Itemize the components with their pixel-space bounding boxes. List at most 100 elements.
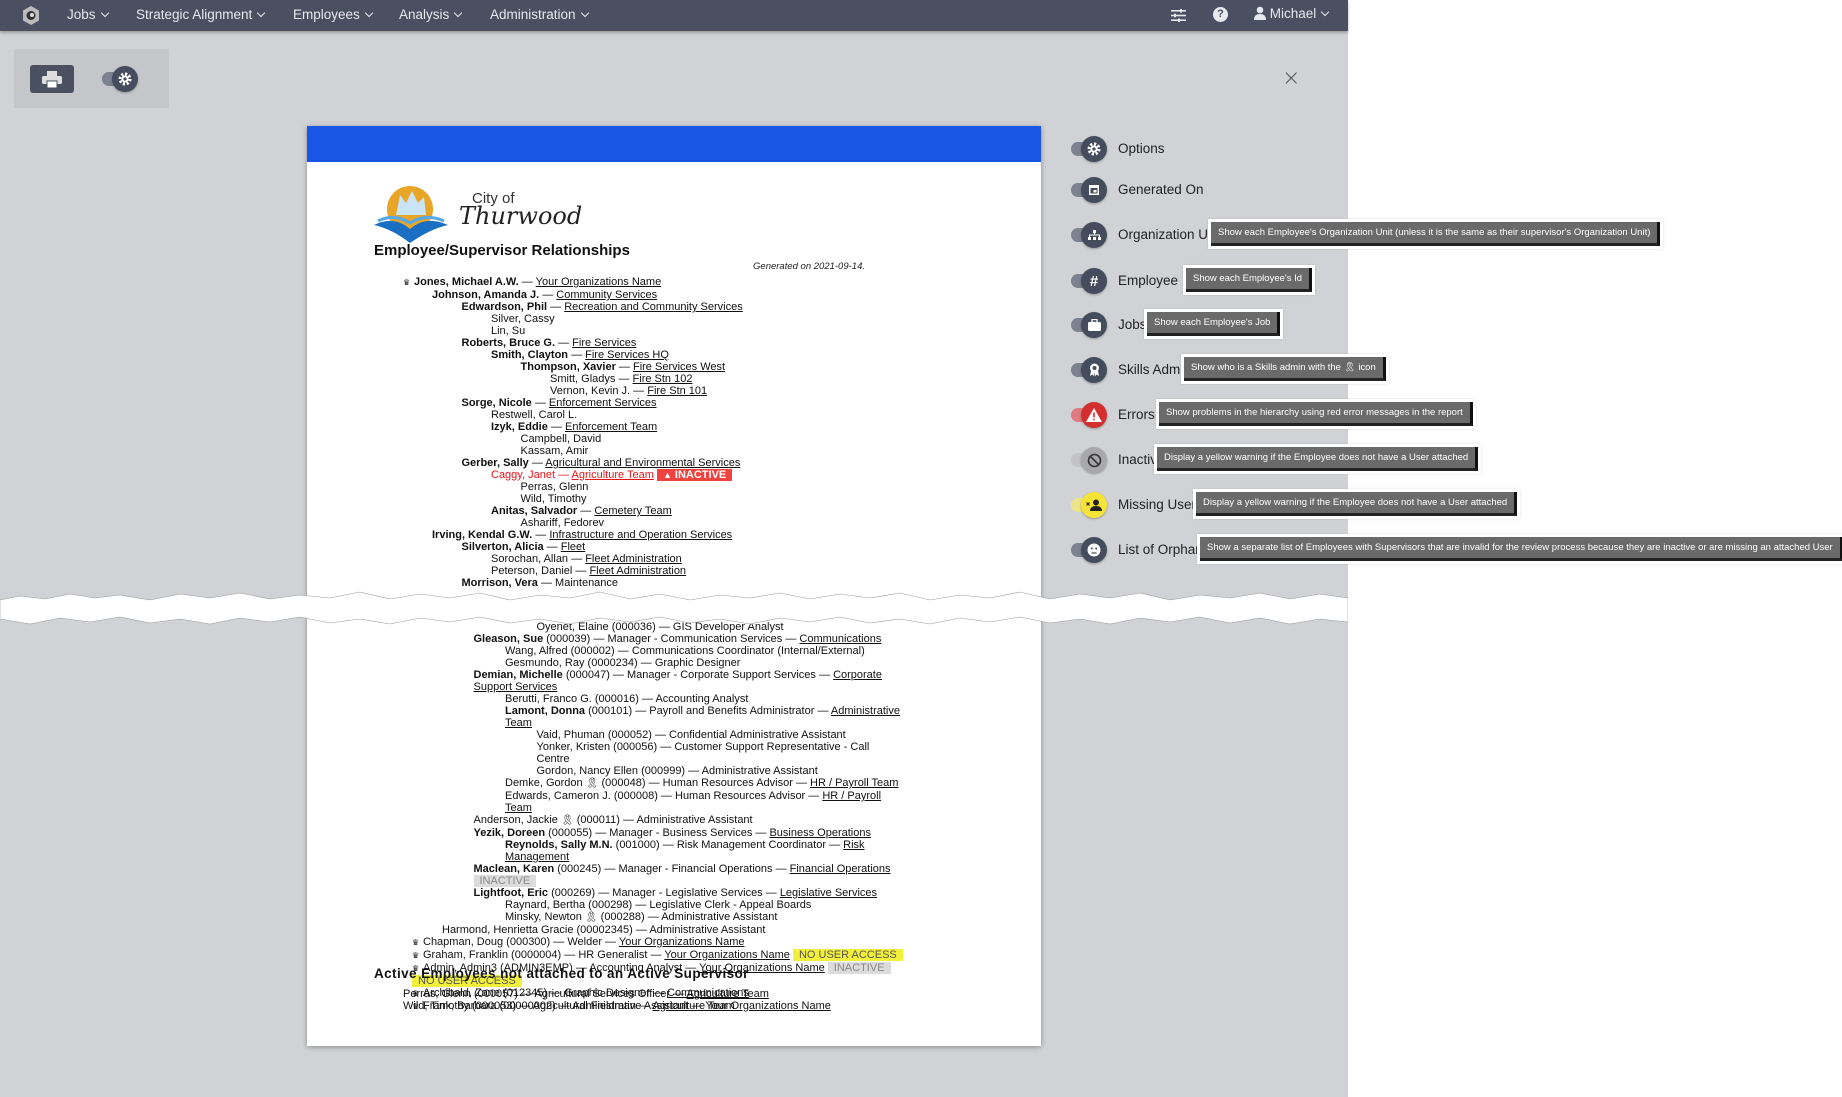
tree-row: Raynard, Bertha (000298) — Legislative C… — [505, 899, 812, 911]
user-icon — [1254, 6, 1266, 20]
user-menu[interactable]: Michael — [1254, 6, 1330, 21]
tree-row: Perras, Glenn — [521, 481, 906, 493]
employee-name: Harmond, Henrietta Gracie — [442, 924, 574, 936]
org-unit-link[interactable]: Your Organizations Name — [536, 276, 662, 288]
close-button[interactable]: × — [1282, 66, 1300, 91]
org-unit-link[interactable]: Agricultural and Environmental Services — [545, 457, 740, 469]
employee-name: Yonker, Kristen — [536, 741, 611, 753]
tree-row: Thompson, Xavier — Fire Services West — [520, 361, 726, 373]
tree-row: Smith, Clayton — Fire Services HQ — [491, 349, 669, 361]
tree-row: Johnson, Amanda J. — Community Services — [432, 289, 658, 301]
employee-job: Legislative Clerk - Appeal Boards — [649, 899, 812, 911]
option-tooltip: Show a separate list of Employees with S… — [1197, 534, 1842, 564]
employee-name: Ashariff, Fedorev — [520, 517, 605, 529]
org-unit-link[interactable]: Recreation and Community Services — [564, 301, 743, 313]
option-toggle[interactable] — [1071, 492, 1107, 518]
org-unit-link[interactable]: Fleet Administration — [589, 565, 686, 577]
employee-id: (000245) — [557, 863, 602, 875]
option-label: Jobs — [1118, 317, 1147, 332]
org-unit-link[interactable]: Community Services — [556, 289, 657, 301]
employee-name: Gerber, Sally — [461, 457, 529, 469]
option-toggle[interactable]: # — [1071, 268, 1107, 294]
settings-toggle[interactable] — [102, 66, 138, 92]
tree-row: Harmond, Henrietta Gracie (00002345) — A… — [442, 924, 766, 936]
employee-job: Administrative Assistant — [701, 765, 818, 777]
option-toggle[interactable] — [1071, 312, 1107, 338]
org-unit-link[interactable]: Fire Stn 101 — [647, 385, 707, 397]
org-unit-link[interactable]: Fire Services — [572, 337, 636, 349]
employee-job: Human Resources Advisor — [675, 790, 806, 802]
org-unit-link[interactable]: HR / Payroll Team — [810, 777, 898, 789]
employee-name: Demian, Michelle — [473, 669, 563, 681]
employee-name: Edwardson, Phil — [461, 301, 548, 313]
org-unit-link[interactable]: Your Organizations Name — [619, 936, 745, 948]
nav-jobs[interactable]: Jobs — [67, 7, 109, 22]
tree-row: Vernon, Kevin J. — Fire Stn 101 — [550, 385, 708, 397]
tree-row: Demian, Michelle (000047) — Manager - Co… — [473, 669, 882, 693]
employee-job: Agricultural Services Officer — [534, 988, 671, 1000]
org-unit-link[interactable]: Business Operations — [769, 827, 871, 839]
employee-name: Johnson, Amanda J. — [432, 289, 540, 301]
org-unit-link[interactable]: Agriculture Team — [652, 1000, 734, 1012]
tree-row: Wang, Alfred (000002) — Communications C… — [505, 645, 865, 657]
ban-icon — [1081, 447, 1107, 473]
employee-id: (0000004) — [511, 949, 562, 961]
option-toggle[interactable] — [1071, 447, 1107, 473]
org-unit-link[interactable]: Enforcement Team — [565, 421, 657, 433]
tree-row: Reynolds, Sally M.N. (001000) — Risk Man… — [505, 839, 865, 863]
org-unit-link[interactable]: Enforcement Services — [549, 397, 657, 409]
org-unit-link[interactable]: Fire Stn 102 — [633, 373, 693, 385]
app-logo-icon[interactable] — [22, 5, 40, 29]
option-tooltip: Display a yellow warning if the Employee… — [1154, 444, 1482, 474]
nav-analysis[interactable]: Analysis — [399, 7, 463, 22]
employee-name: Peterson, Daniel — [491, 565, 573, 577]
award-icon — [1081, 357, 1107, 383]
nav-administration[interactable]: Administration — [490, 7, 589, 22]
option-toggle[interactable] — [1071, 177, 1107, 203]
status-badge: INACTIVE — [473, 875, 537, 887]
employee-job: Agricultural Fieldman — [532, 1000, 636, 1012]
sitemap-icon — [1081, 222, 1107, 248]
nav-strategic-alignment[interactable]: Strategic Alignment — [136, 7, 266, 22]
tree-row: ♛ Chapman, Doug (000300) — Welder — Your … — [412, 936, 745, 948]
help-icon[interactable]: ? — [1213, 7, 1228, 22]
option-toggle[interactable] — [1071, 357, 1107, 383]
employee-name: Perras, Glenn — [403, 988, 471, 1000]
employee-job: Communications Coordinator (Internal/Ext… — [631, 645, 865, 657]
warning-icon — [1081, 402, 1107, 428]
org-unit-link[interactable]: Legislative Services — [780, 887, 877, 899]
tree-row: Wild, Timothy — [521, 493, 906, 505]
print-button[interactable] — [30, 65, 74, 93]
employee-job: Accounting Analyst — [655, 693, 749, 705]
employee-job: Manager - Business Services — [609, 827, 753, 839]
nav-employees[interactable]: Employees — [293, 7, 374, 22]
org-unit-link[interactable]: Communications — [799, 633, 881, 645]
option-toggle[interactable] — [1071, 222, 1107, 248]
option-toggle[interactable] — [1071, 136, 1107, 162]
employee-id: (000101) — [588, 705, 633, 717]
org-unit-link[interactable]: Financial Operations — [790, 863, 891, 875]
employee-name: Raynard, Bertha — [505, 899, 586, 911]
option-label: Generated On — [1118, 182, 1204, 197]
employee-name: Silverton, Alicia — [461, 541, 544, 553]
employee-id: (0000234) — [587, 657, 638, 669]
nav-label: Administration — [490, 7, 576, 22]
report-header-bar — [307, 126, 1041, 162]
org-unit-link[interactable]: Your Organizations Name — [664, 949, 790, 961]
nav-label: Jobs — [67, 7, 96, 22]
org-unit-link[interactable]: Cemetery Team — [594, 505, 671, 517]
skills-admin-icon: 🎗 — [585, 778, 599, 789]
tree-row: Gesmundo, Ray (0000234) — Graphic Design… — [505, 657, 741, 669]
option-toggle[interactable] — [1071, 402, 1107, 428]
org-unit-link[interactable]: Agriculture Team — [572, 469, 654, 481]
org-unit-link[interactable]: Fire Services West — [633, 361, 725, 373]
org-unit-link[interactable]: Fire Services HQ — [585, 349, 669, 361]
employee-name: Berutti, Franco G. — [505, 693, 592, 705]
org-unit-link[interactable]: Infrastructure and Operation Services — [549, 529, 732, 541]
option-toggle[interactable] — [1071, 537, 1107, 563]
tree-row: Irving, Kendal G.W. — Infrastructure and… — [432, 529, 733, 541]
org-unit-link[interactable]: Fleet Administration — [585, 553, 682, 565]
org-unit-link[interactable]: Fleet — [561, 541, 585, 553]
sliders-icon[interactable] — [1171, 9, 1186, 25]
org-unit-link[interactable]: Agriculture Team — [687, 988, 769, 1000]
